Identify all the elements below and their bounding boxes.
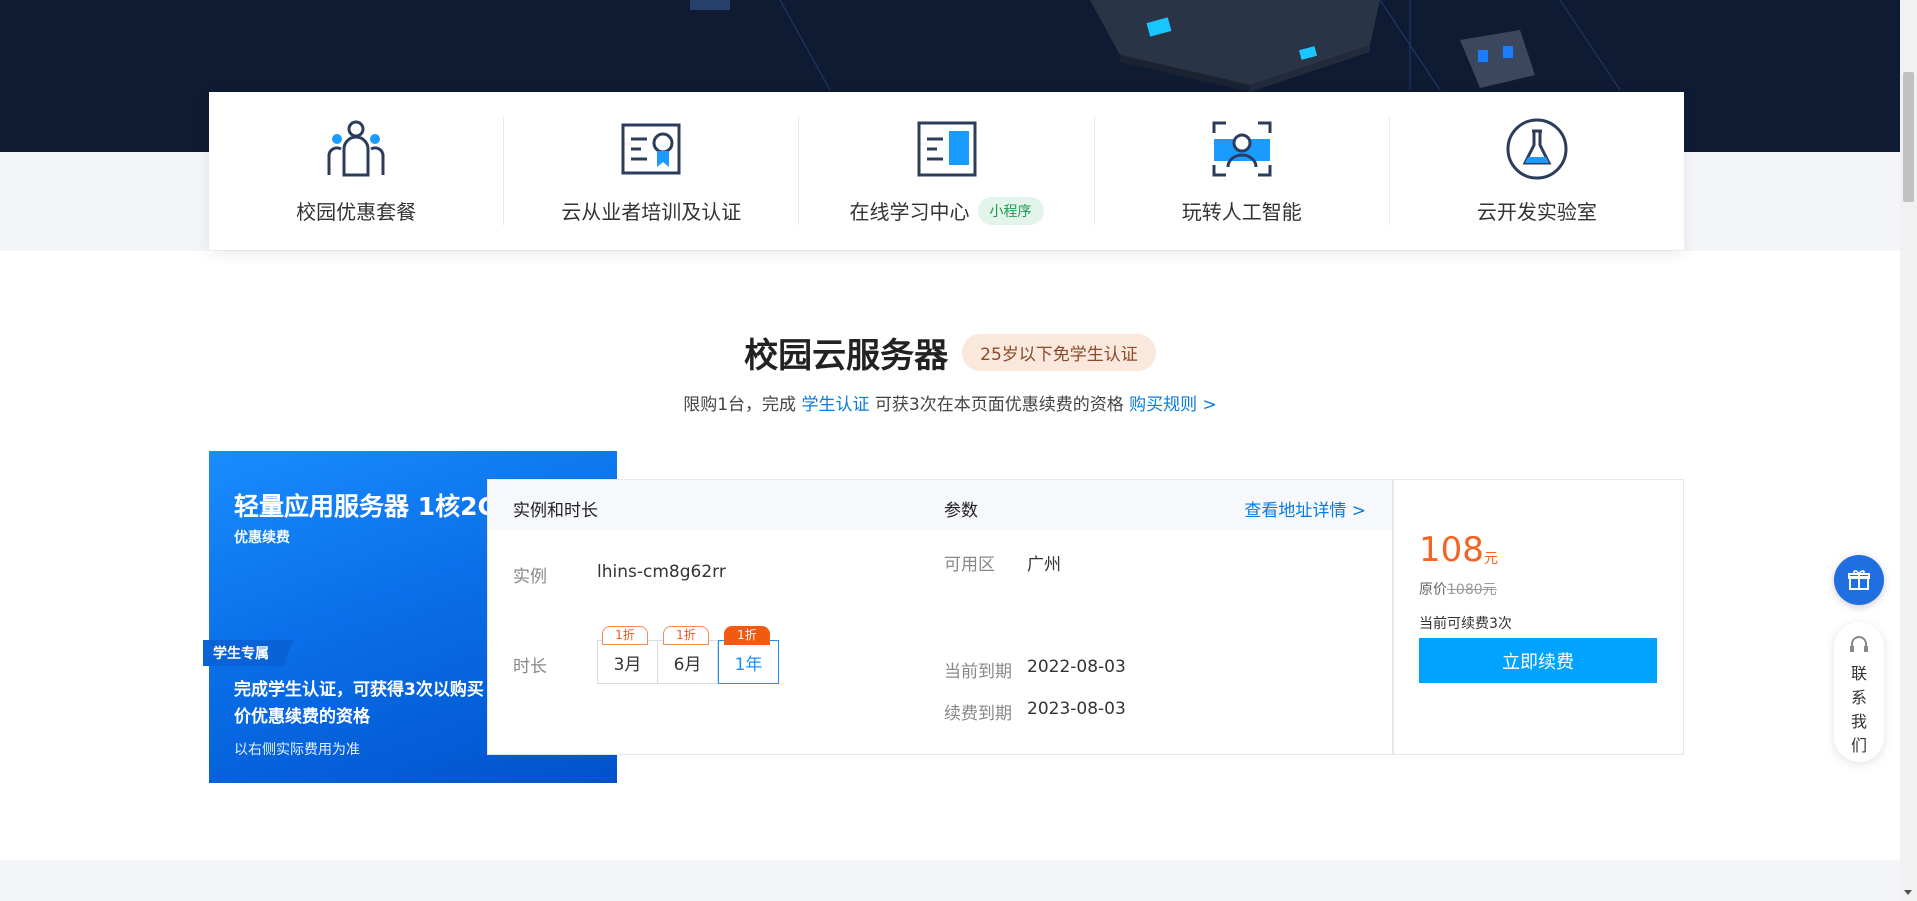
face-scan-icon (1212, 121, 1272, 177)
nav-label: 云开发实验室 (1476, 200, 1597, 224)
view-address-link[interactable]: 查看地址详情 > (1244, 496, 1366, 521)
expire-label: 当前到期 (944, 662, 1012, 682)
open-book-icon (917, 121, 976, 177)
original-price: 原价1080元 (1419, 579, 1497, 599)
promo-description: 完成学生认证，可获得3次以购买价优惠续费的资格 (234, 680, 484, 727)
original-price-label: 原价 (1419, 582, 1447, 598)
page-scrollbar[interactable] (1900, 0, 1917, 901)
student-verify-link[interactable]: 学生认证 (801, 395, 869, 415)
promo-note: 以右侧实际费用为准 (234, 742, 360, 758)
renew-remaining: 当前可续费3次 (1419, 616, 1512, 632)
mini-program-badge: 小程序 (977, 196, 1044, 225)
original-price-value: 1080元 (1447, 582, 1497, 598)
header-instance: 实例和时长 (513, 501, 598, 521)
gift-icon (1848, 570, 1870, 590)
instance-table: 实例和时长 参数 查看地址详情 > 实例 lhins-cm8g62rr 时长 1… (487, 479, 1393, 755)
subtitle-text: 可获3次在本页面优惠续费的资格 (869, 395, 1130, 415)
duration-label: 时长 (513, 657, 547, 677)
renew-expire-value: 2023-08-03 (1027, 699, 1126, 719)
price-unit: 元 (1484, 551, 1498, 567)
flask-icon (1506, 118, 1568, 180)
renew-expire-label: 续费到期 (944, 704, 1012, 724)
nav-item-dev-lab[interactable]: 云开发实验室 (1390, 117, 1684, 225)
nav-label: 在线学习中心 (849, 200, 970, 224)
zone-label: 可用区 (944, 555, 995, 575)
nav-item-cloud-training[interactable]: 云从业者培训及认证 (504, 117, 800, 225)
subtitle-text: 限购1台，完成 (683, 395, 802, 415)
header-params: 参数 (944, 501, 978, 521)
nav-item-campus-package[interactable]: 校园优惠套餐 (209, 117, 505, 225)
duration-option-3m[interactable]: 3月 (597, 640, 658, 684)
age-badge: 25岁以下免学生认证 (962, 334, 1156, 371)
people-group-icon (327, 120, 385, 177)
instance-label: 实例 (513, 567, 547, 587)
zone-value: 广州 (1027, 555, 1061, 575)
nav-label: 校园优惠套餐 (296, 200, 417, 224)
discount-tag-active: 1折 (724, 626, 770, 645)
contact-us-label: 联系我们 (1834, 662, 1884, 758)
bottom-gray-band (0, 860, 1900, 901)
duration-option-1y[interactable]: 1年 (718, 640, 779, 684)
instance-value: lhins-cm8g62rr (597, 562, 726, 582)
scrollbar-thumb[interactable] (1903, 72, 1914, 202)
expire-value: 2022-08-03 (1027, 657, 1126, 677)
promo-title: 轻量应用服务器 1核2G (234, 492, 499, 521)
student-exclusive-tag: 学生专属 (203, 640, 293, 666)
certificate-icon (621, 123, 681, 175)
discount-tag: 1折 (663, 626, 709, 645)
nav-label: 云从业者培训及认证 (561, 200, 742, 224)
renew-now-button[interactable]: 立即续费 (1419, 638, 1657, 683)
promo-subtitle: 优惠续费 (234, 530, 290, 546)
nav-item-ai[interactable]: 玩转人工智能 (1095, 117, 1390, 225)
price-amount: 108 (1419, 530, 1484, 570)
discount-tag: 1折 (602, 626, 648, 645)
section-header: 校园云服务器 25岁以下免学生认证 (0, 328, 1900, 377)
nav-item-online-learning[interactable]: 在线学习中心 小程序 (799, 117, 1095, 225)
purchase-rules-link[interactable]: 购买规则 > (1129, 395, 1217, 415)
section-title: 校园云服务器 (744, 336, 949, 376)
feature-nav-card: 校园优惠套餐 云从业者培训及认证 在线学习中心 小程序 玩转人工智能 云开发实验… (209, 92, 1684, 250)
table-header: 实例和时长 参数 查看地址详情 > (488, 480, 1392, 530)
contact-us-float[interactable]: 联系我们 (1834, 622, 1884, 762)
nav-label: 玩转人工智能 (1181, 200, 1302, 224)
section-subtitle: 限购1台，完成 学生认证 可获3次在本页面优惠续费的资格 购买规则 > (0, 390, 1900, 415)
scroll-down-arrow[interactable] (1904, 890, 1912, 895)
contact-us-text: 联系我们 (1850, 664, 1867, 755)
duration-option-6m[interactable]: 6月 (657, 640, 718, 684)
gift-float-button[interactable] (1834, 555, 1884, 605)
headset-icon (1850, 636, 1868, 652)
price-panel: 108 元 原价1080元 当前可续费3次 立即续费 (1393, 479, 1684, 755)
